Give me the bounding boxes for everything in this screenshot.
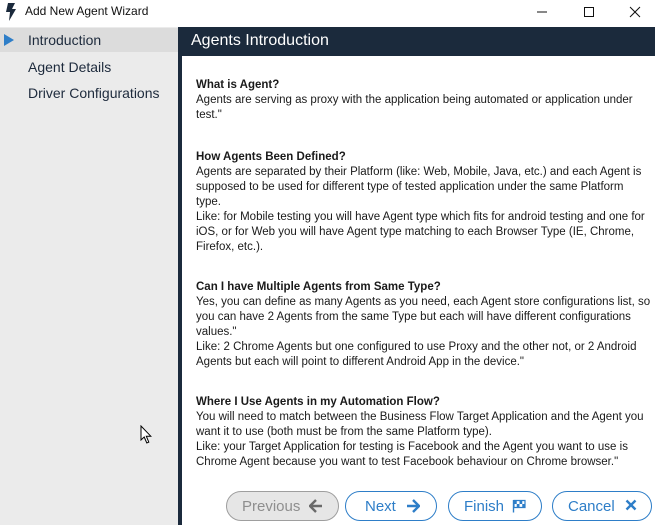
previous-button-label: Previous <box>242 498 301 515</box>
checkered-flag-icon <box>512 499 526 513</box>
flash-icon <box>6 3 16 21</box>
faq-section-how-defined: How Agents Been Defined? Agents are sepa… <box>196 150 651 255</box>
cancel-button-label: Cancel <box>568 498 615 515</box>
sidebar-item-introduction[interactable]: Introduction <box>0 28 178 52</box>
current-step-arrow-icon <box>4 34 14 46</box>
mouse-cursor-icon <box>140 425 152 444</box>
faq-section-where-use: Where I Use Agents in my Automation Flow… <box>196 395 651 470</box>
cancel-button[interactable]: Cancel <box>552 491 652 521</box>
sidebar-item-label: Introduction <box>28 32 102 48</box>
page-header: Agents Introduction <box>182 27 655 56</box>
next-button-label: Next <box>365 498 396 515</box>
maximize-button[interactable] <box>566 0 612 24</box>
panel-divider <box>178 27 182 525</box>
window-title: Add New Agent Wizard <box>25 4 149 18</box>
faq-question: Where I Use Agents in my Automation Flow… <box>196 396 440 408</box>
wizard-steps-sidebar: Introduction Agent Details Driver Config… <box>0 27 178 525</box>
sidebar-item-label: Agent Details <box>28 59 112 75</box>
faq-section-what-is-agent: What is Agent? Agents are serving as pro… <box>196 78 651 123</box>
minimize-button[interactable] <box>519 0 565 24</box>
sidebar-item-label: Driver Configurations <box>28 85 160 101</box>
faq-answer: Agents are serving as proxy with the app… <box>196 94 633 121</box>
faq-question: Can I have Multiple Agents from Same Typ… <box>196 281 441 293</box>
close-window-button[interactable] <box>612 0 655 24</box>
sidebar-item-driver-configurations[interactable]: Driver Configurations <box>0 81 178 105</box>
faq-question: How Agents Been Defined? <box>196 151 346 163</box>
page-title: Agents Introduction <box>191 32 329 49</box>
faq-answer: You will need to match between the Busin… <box>196 411 644 468</box>
minimize-icon <box>537 11 547 13</box>
previous-button[interactable]: Previous <box>226 491 339 521</box>
close-icon <box>625 499 637 511</box>
finish-button-label: Finish <box>464 498 505 515</box>
faq-question: What is Agent? <box>196 79 280 91</box>
title-bar[interactable]: Add New Agent Wizard <box>0 0 655 24</box>
sidebar-item-agent-details[interactable]: Agent Details <box>0 55 178 79</box>
arrow-left-icon <box>309 499 322 513</box>
faq-answer: Yes, you can define as many Agents as yo… <box>196 296 651 368</box>
finish-button[interactable]: Finish <box>448 491 542 521</box>
faq-answer: Agents are separated by their Platform (… <box>196 166 645 253</box>
arrow-right-icon <box>407 499 420 513</box>
next-button[interactable]: Next <box>345 491 437 521</box>
close-icon <box>629 6 641 18</box>
maximize-icon <box>584 7 594 17</box>
faq-section-multiple-agents: Can I have Multiple Agents from Same Typ… <box>196 280 651 370</box>
